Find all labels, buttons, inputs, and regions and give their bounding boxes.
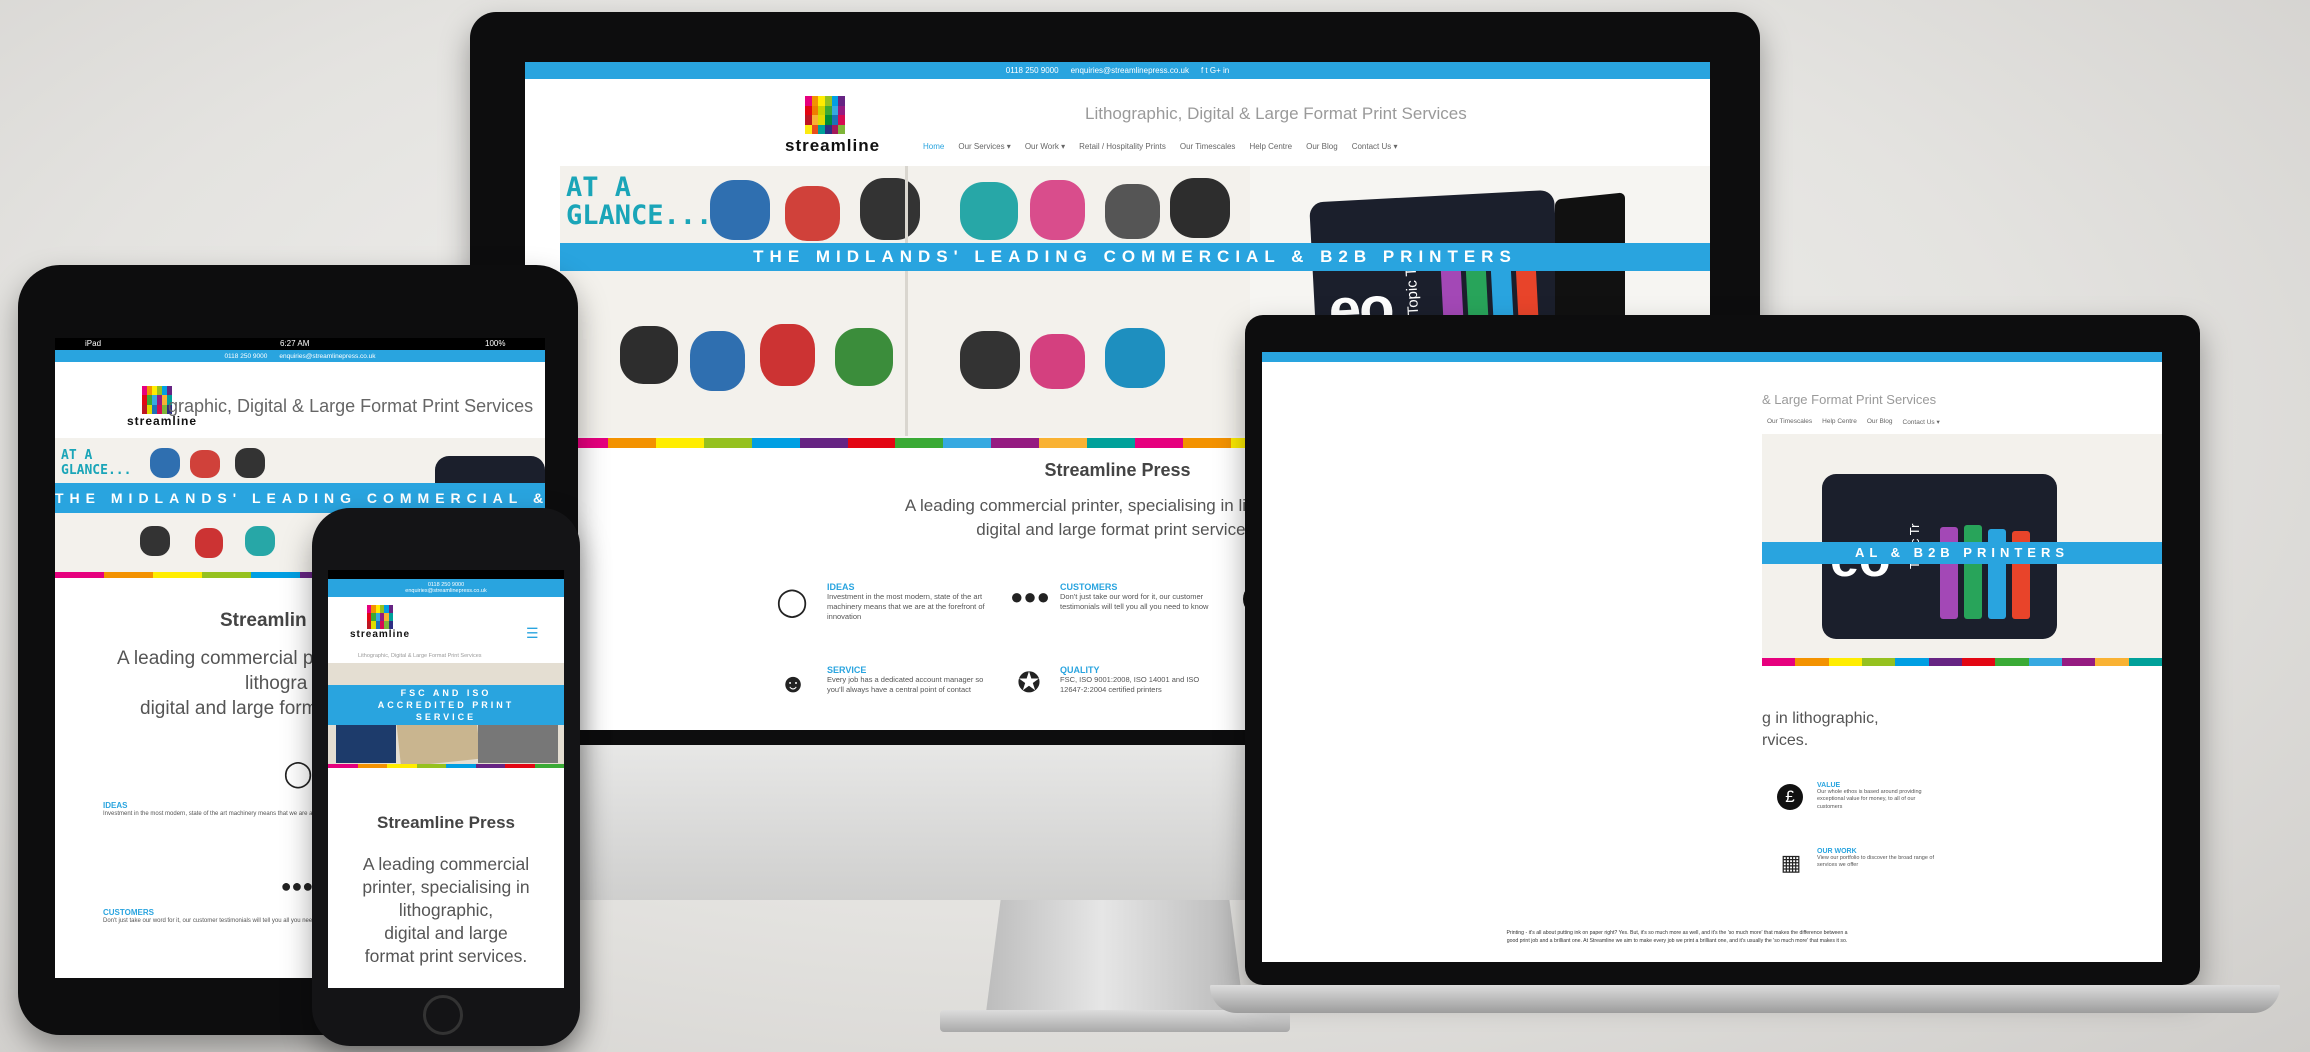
logo-mosaic-icon [805, 96, 845, 134]
social-icons[interactable]: f t G+ in [1201, 66, 1229, 75]
laptop-feature-value: VALUE Our whole ethos is based around pr… [1817, 782, 1922, 810]
laptop-base [1210, 985, 2280, 1013]
tablet-intro-1: A leading commercial pr [117, 648, 320, 669]
nav-our-services[interactable]: Our Services ▾ [958, 142, 1010, 151]
phone-title: Streamline Press [377, 813, 515, 832]
laptop-feature-our-work: OUR WORK View our portfolio to discover … [1817, 848, 1934, 869]
brochure-heading: AT A GLANCE... [566, 172, 713, 232]
email-address[interactable]: enquiries@streamlinepress.co.uk [1071, 66, 1189, 75]
feature-service: SERVICE Every job has a dedicated accoun… [827, 665, 984, 695]
phone-hero: FSC AND ISO ACCREDITED PRINT SERVICE [328, 663, 564, 768]
lightbulb-icon: ◯ [283, 758, 313, 788]
monitor-foot [940, 1010, 1290, 1032]
nav-timescales[interactable]: Our Timescales [1180, 142, 1236, 151]
laptop-intro-1: g in lithographic, [1762, 710, 1879, 727]
laptop-nav: Our Timescales Help Centre Our Blog Cont… [1767, 418, 1940, 426]
people-icon: ●●● [280, 876, 314, 896]
laptop-intro-2: rvices. [1762, 732, 1809, 749]
brochure-image: AT A GLANCE... [560, 166, 1250, 436]
monitor-stand [985, 900, 1245, 1020]
nav-help-centre[interactable]: Help Centre [1249, 142, 1292, 151]
pound-icon: £ [1777, 784, 1803, 810]
phone-logo[interactable]: streamline [350, 605, 410, 640]
main-nav: Home Our Services ▾ Our Work ▾ Retail / … [923, 142, 1398, 151]
tablet-status-bar: iPad 6:27 AM 100% [55, 338, 545, 350]
logo-text: streamline [785, 136, 881, 155]
smiley-icon: ☻ [779, 668, 807, 698]
phone-home-button[interactable] [423, 995, 463, 1035]
lightbulb-icon: ◯ [776, 586, 808, 617]
nav-home[interactable]: Home [923, 142, 944, 151]
easel-icon: ▦ [1780, 850, 1802, 875]
nav-our-work[interactable]: Our Work ▾ [1025, 142, 1065, 151]
hero-banner: THE MIDLANDS' LEADING COMMERCIAL & B2B P… [560, 243, 1710, 271]
site-tagline: Lithographic, Digital & Large Format Pri… [1085, 104, 1467, 123]
tablet-intro-3: digital and large form [140, 698, 318, 719]
phone-hero-banner: FSC AND ISO ACCREDITED PRINT SERVICE [328, 685, 564, 725]
phone-screen: 0118 250 9000 enquiries@streamlinepress.… [328, 570, 564, 988]
contact-bar: 0118 250 9000 enquiries@streamlinepress.… [525, 62, 1710, 79]
feature-customers: CUSTOMERS Don't just take our word for i… [1060, 582, 1209, 612]
people-icon: ●●● [1010, 584, 1050, 609]
nav-retail-hospitality[interactable]: Retail / Hospitality Prints [1079, 142, 1166, 151]
phone-number[interactable]: 0118 250 9000 [1006, 66, 1059, 75]
award-icon: ✪ [1017, 667, 1041, 698]
laptop-footer-text: Printing - it's all about putting ink on… [1506, 930, 1848, 944]
laptop-screen: & Large Format Print Services Our Timesc… [1262, 352, 2162, 962]
streamline-logo[interactable]: streamline [785, 96, 881, 156]
feature-quality: QUALITY FSC, ISO 9001:2008, ISO 14001 an… [1060, 665, 1200, 695]
laptop-hero: eo Topic Tr AL & B2B PRINTERS [1762, 434, 2162, 666]
feature-ideas: IDEAS Investment in the most modern, sta… [827, 582, 985, 622]
nav-blog[interactable]: Our Blog [1306, 142, 1338, 151]
tablet-tagline: graphic, Digital & Large Format Print Se… [168, 396, 534, 416]
tablet-intro-2: lithogra [245, 673, 308, 694]
nav-contact[interactable]: Contact Us ▾ [1352, 142, 1398, 151]
laptop-tagline: & Large Format Print Services [1762, 392, 1937, 407]
laptop-hero-banner: AL & B2B PRINTERS [1762, 542, 2162, 564]
tablet-title: Streamlin [220, 610, 307, 631]
hamburger-menu-icon[interactable]: ☰ [526, 625, 539, 642]
phone-intro: A leading commercial printer, specialisi… [362, 854, 530, 966]
phone-tagline: Lithographic, Digital & Large Format Pri… [358, 653, 482, 659]
